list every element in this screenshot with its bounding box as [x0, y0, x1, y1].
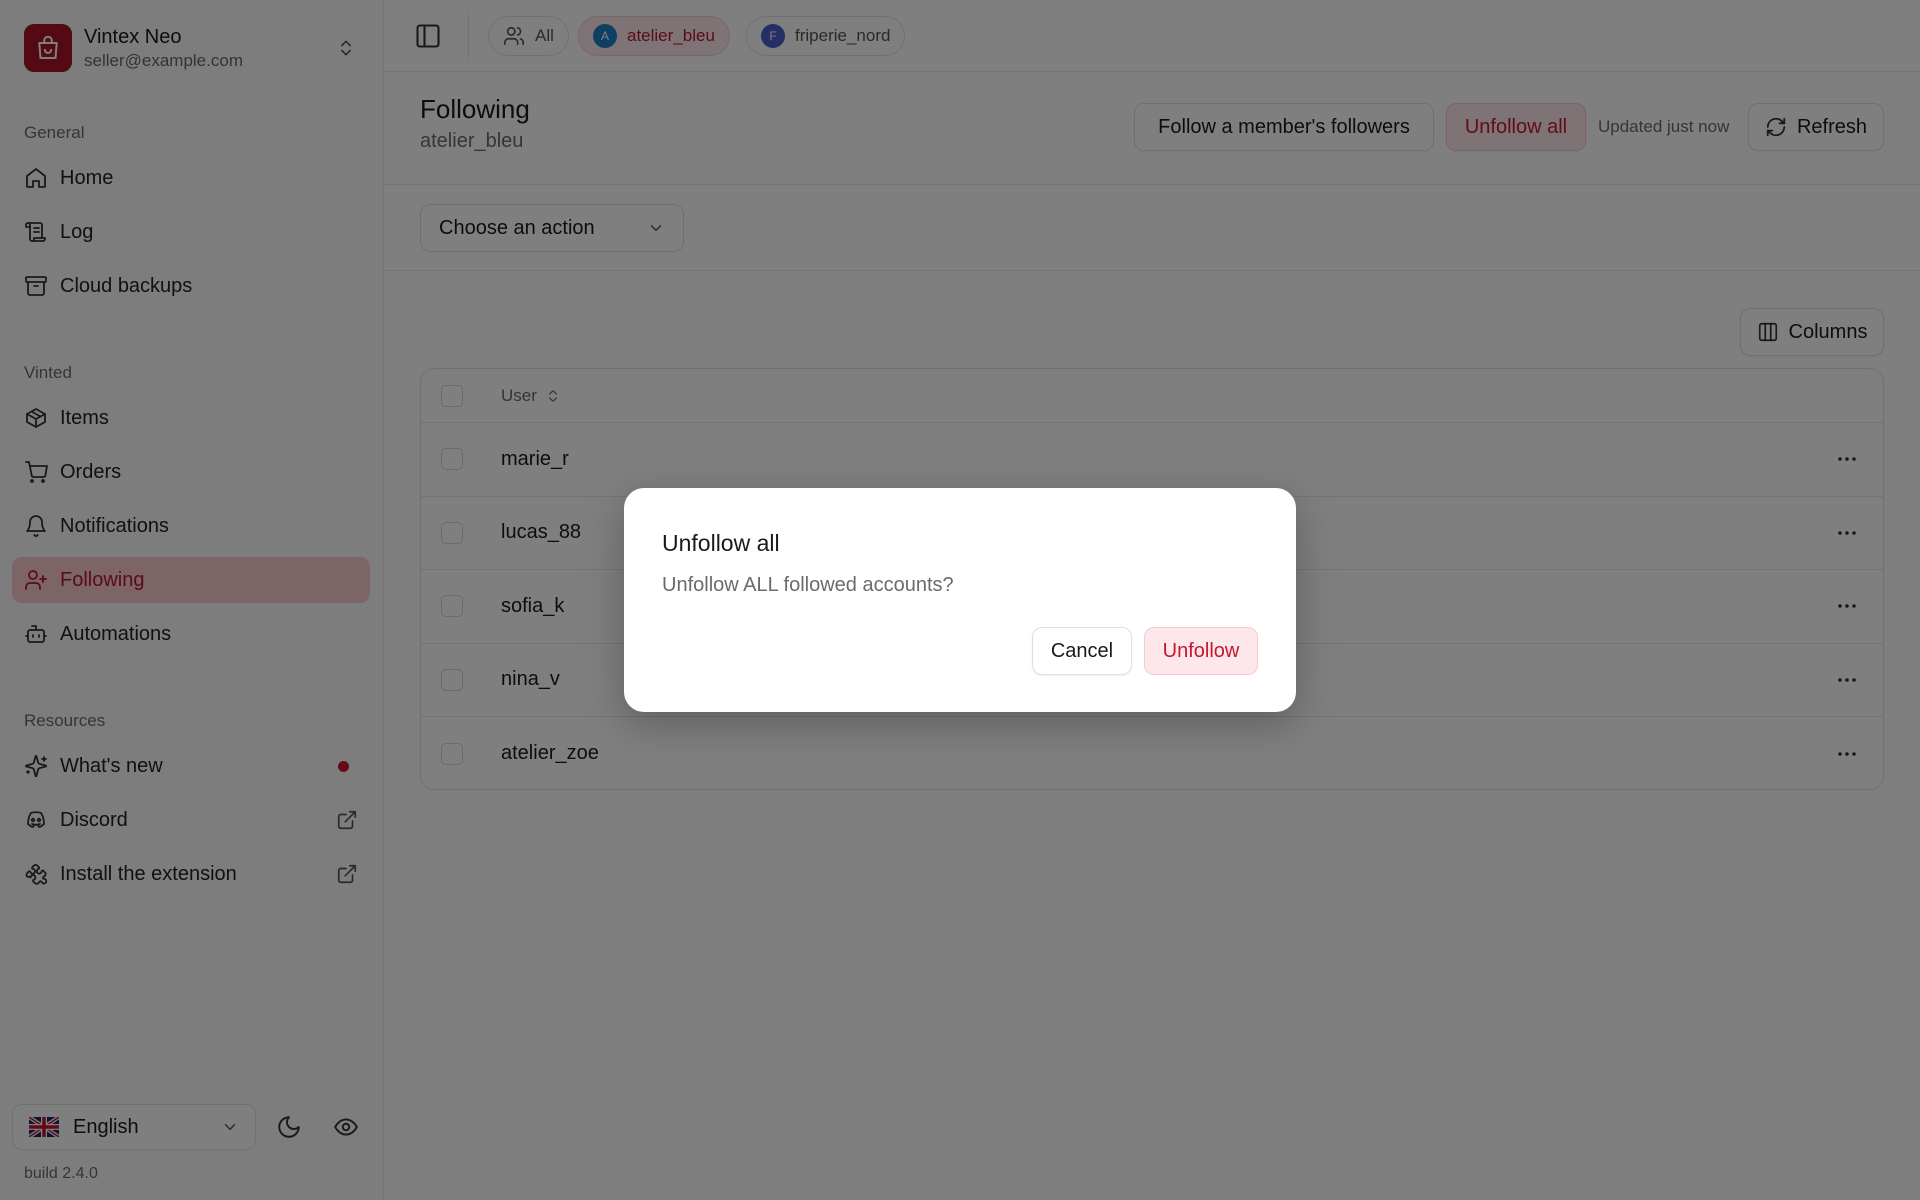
confirm-unfollow-button[interactable]: Unfollow: [1144, 627, 1258, 675]
cancel-button[interactable]: Cancel: [1032, 627, 1132, 675]
dialog-title: Unfollow all: [662, 530, 780, 556]
unfollow-all-dialog: Unfollow all Unfollow ALL followed accou…: [624, 488, 1296, 712]
dialog-message: Unfollow ALL followed accounts?: [662, 574, 954, 596]
